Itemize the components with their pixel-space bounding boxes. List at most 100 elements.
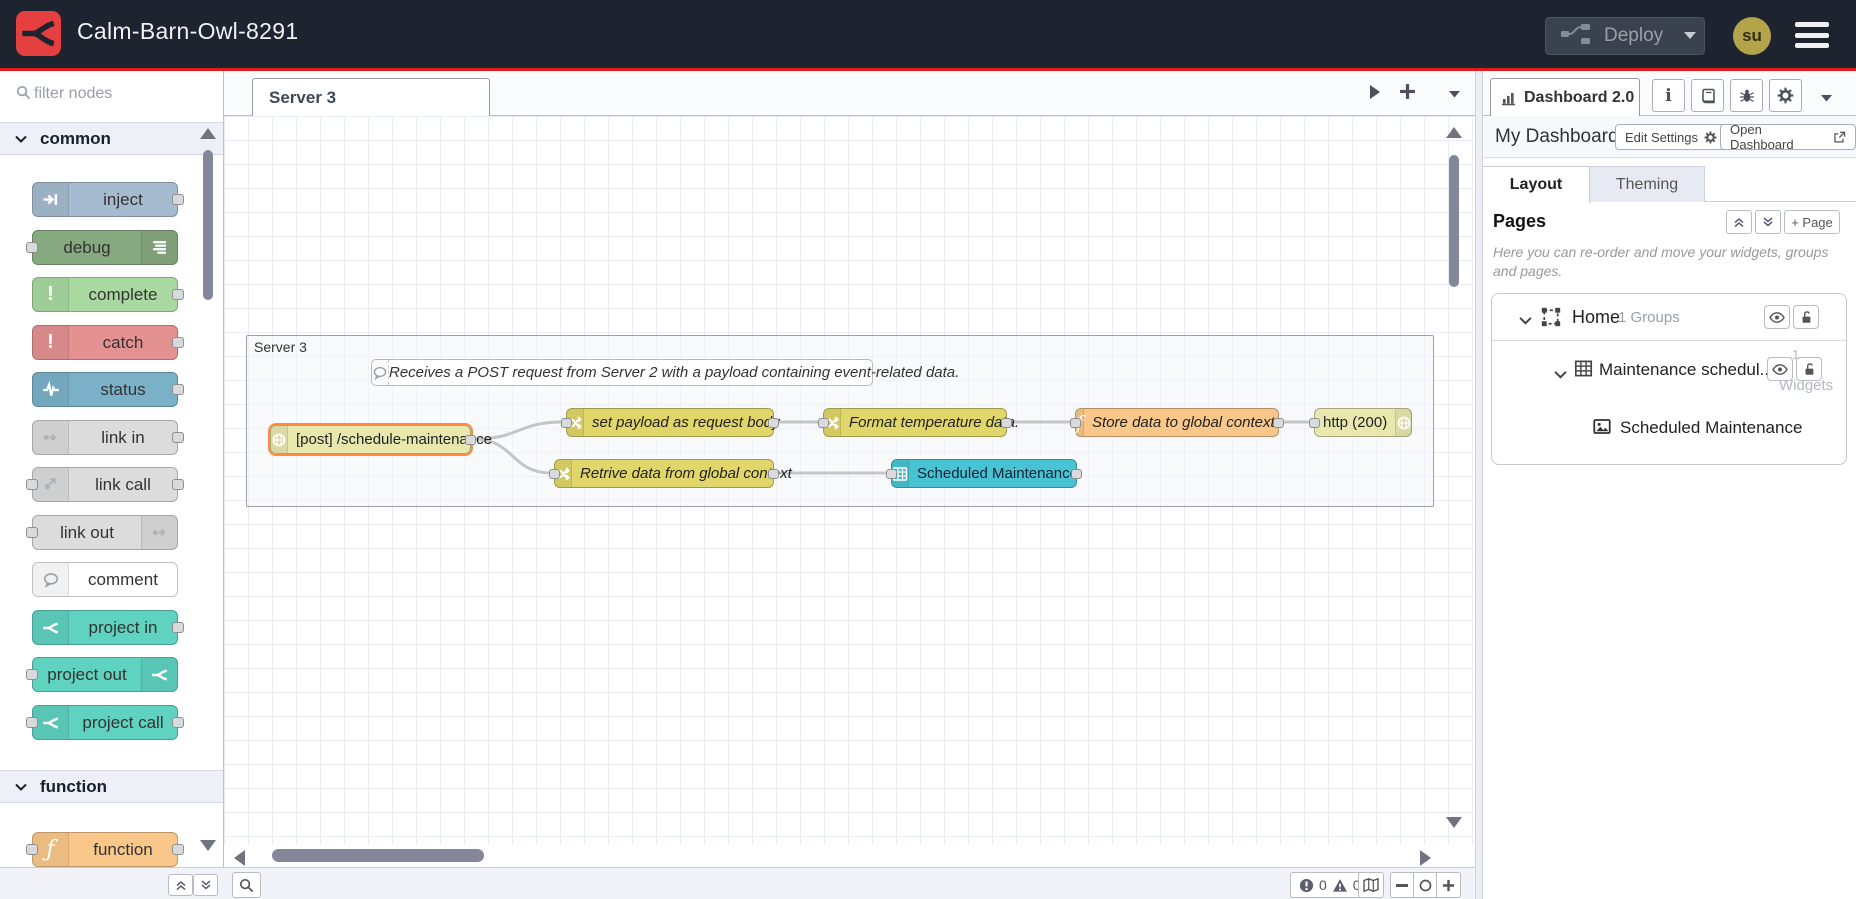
- palette-node-project-call[interactable]: project call: [26, 705, 184, 740]
- http-in-node[interactable]: [post] /schedule-maintenance: [268, 423, 492, 456]
- sidebar-tab-dashboard[interactable]: Dashboard 2.0: [1490, 78, 1640, 116]
- output-port[interactable]: [1071, 469, 1082, 479]
- visibility-toggle-button[interactable]: [1764, 305, 1790, 329]
- search-flows-button[interactable]: [232, 872, 261, 898]
- palette-node-inject[interactable]: inject: [32, 182, 184, 217]
- output-port[interactable]: [768, 418, 779, 428]
- debug-tab-button[interactable]: [1730, 79, 1763, 112]
- user-avatar[interactable]: su: [1733, 17, 1771, 55]
- add-page-button[interactable]: + Page: [1784, 210, 1840, 234]
- output-port[interactable]: [1001, 418, 1012, 428]
- palette-node-status[interactable]: status: [32, 372, 184, 407]
- change-node-retrieve-global[interactable]: Retrive data from global context: [549, 459, 792, 488]
- canvas-scroll-left-icon[interactable]: [234, 850, 245, 866]
- output-port[interactable]: [465, 435, 476, 445]
- palette-node-comment[interactable]: comment: [32, 562, 178, 597]
- output-port[interactable]: [768, 469, 779, 479]
- complete-icon: !: [33, 278, 69, 311]
- output-port[interactable]: [172, 337, 184, 348]
- output-port[interactable]: [1273, 418, 1284, 428]
- navigator-toggle-button[interactable]: [1358, 872, 1384, 898]
- output-port[interactable]: [172, 622, 184, 633]
- info-tab-button[interactable]: i: [1652, 79, 1685, 112]
- palette-node-link-in[interactable]: link in: [32, 420, 184, 455]
- input-port[interactable]: [549, 469, 560, 479]
- zoom-out-button[interactable]: [1391, 873, 1414, 897]
- output-port[interactable]: [172, 717, 184, 728]
- input-port[interactable]: [26, 669, 38, 680]
- output-port[interactable]: [172, 289, 184, 300]
- expand-all-pages-button[interactable]: [1755, 210, 1781, 234]
- zoom-reset-button[interactable]: [1414, 873, 1437, 897]
- canvas-hscrollbar-thumb[interactable]: [272, 849, 484, 862]
- palette-category-function[interactable]: function: [0, 770, 223, 803]
- help-tab-button[interactable]: [1691, 79, 1724, 112]
- tree-row-group-maintenance[interactable]: 1 Widgets Maintenance schedul...: [1492, 341, 1846, 399]
- canvas-scroll-right-icon[interactable]: [1420, 850, 1431, 866]
- input-port[interactable]: [1070, 418, 1081, 428]
- palette-node-project-in[interactable]: project in: [32, 610, 184, 645]
- deploy-options-caret-icon[interactable]: [1683, 27, 1697, 45]
- zoom-in-button[interactable]: [1437, 873, 1460, 897]
- canvas-vscrollbar-thumb[interactable]: [1449, 155, 1459, 287]
- lock-toggle-button[interactable]: [1796, 357, 1822, 381]
- palette-category-common[interactable]: common: [0, 122, 223, 155]
- tab-theming[interactable]: Theming: [1590, 166, 1705, 202]
- collapse-all-pages-button[interactable]: [1726, 210, 1752, 234]
- open-dashboard-button[interactable]: Open Dashboard: [1720, 122, 1856, 152]
- change-node-set-payload[interactable]: set payload as request body: [561, 408, 780, 437]
- input-port[interactable]: [886, 469, 897, 479]
- tab-layout[interactable]: Layout: [1483, 166, 1590, 203]
- add-flow-button[interactable]: [1399, 83, 1416, 105]
- ui-table-node[interactable]: Scheduled Maintenance: [886, 459, 1082, 488]
- tree-row-page-home[interactable]: Home 1 Groups: [1492, 294, 1846, 341]
- input-port[interactable]: [26, 242, 38, 253]
- output-port[interactable]: [172, 384, 184, 395]
- palette-node-project-out[interactable]: project out: [26, 657, 178, 692]
- function-node-store-global[interactable]: ƒ Store data to global context: [1070, 408, 1284, 437]
- output-port[interactable]: [172, 844, 184, 855]
- input-port[interactable]: [26, 844, 38, 855]
- input-port[interactable]: [26, 717, 38, 728]
- lock-toggle-button[interactable]: [1793, 305, 1819, 329]
- palette-node-catch[interactable]: ! catch: [32, 325, 184, 360]
- deploy-button[interactable]: Deploy: [1545, 17, 1705, 55]
- collapse-all-categories-button[interactable]: [168, 874, 193, 896]
- palette-node-complete[interactable]: ! complete: [32, 277, 184, 312]
- palette-node-function[interactable]: ƒ function: [26, 832, 184, 867]
- input-port[interactable]: [26, 527, 38, 538]
- tab-scroll-right-icon[interactable]: [1368, 84, 1381, 105]
- flow-tab-server-3[interactable]: Server 3: [252, 78, 490, 116]
- canvas-scroll-down-icon[interactable]: [1446, 817, 1462, 828]
- canvas-scroll-up-icon[interactable]: [1446, 127, 1462, 138]
- input-port[interactable]: [1309, 418, 1320, 428]
- config-nodes-tab-button[interactable]: [1769, 79, 1802, 112]
- palette-scroll-down-icon[interactable]: [200, 840, 216, 851]
- output-port[interactable]: [172, 479, 184, 490]
- palette-scroll-up-icon[interactable]: [200, 128, 216, 139]
- palette-node-debug[interactable]: debug: [26, 230, 178, 265]
- palette-filter-input[interactable]: [34, 80, 214, 108]
- input-port[interactable]: [561, 418, 572, 428]
- palette-node-link-out[interactable]: link out: [26, 515, 178, 550]
- visibility-toggle-button[interactable]: [1767, 357, 1793, 381]
- output-port[interactable]: [172, 194, 184, 205]
- chevron-down-icon[interactable]: [1519, 312, 1532, 330]
- chevron-down-icon[interactable]: [1554, 366, 1567, 384]
- output-port[interactable]: [172, 432, 184, 443]
- http-response-node[interactable]: http (200): [1309, 408, 1413, 437]
- tree-row-widget-scheduled-maintenance[interactable]: Scheduled Maintenance: [1492, 399, 1846, 457]
- change-node-format-temperature[interactable]: Format temperature data.: [818, 408, 1019, 437]
- comment-node[interactable]: Receives a POST request from Server 2 wi…: [371, 359, 959, 386]
- expand-all-categories-button[interactable]: [193, 874, 218, 896]
- input-port[interactable]: [818, 418, 829, 428]
- main-menu-icon[interactable]: [1795, 22, 1829, 48]
- flow-workspace[interactable]: Server 3 Receives a POST request from Se…: [224, 116, 1475, 845]
- input-port[interactable]: [26, 479, 38, 490]
- sidebar-splitter[interactable]: [1475, 71, 1483, 899]
- edit-settings-button[interactable]: Edit Settings: [1615, 124, 1727, 150]
- palette-scrollbar-thumb[interactable]: [203, 150, 213, 300]
- flow-list-caret-icon[interactable]: [1448, 85, 1461, 103]
- sidebar-options-caret-icon[interactable]: [1820, 89, 1833, 107]
- palette-node-link-call[interactable]: link call: [26, 467, 184, 502]
